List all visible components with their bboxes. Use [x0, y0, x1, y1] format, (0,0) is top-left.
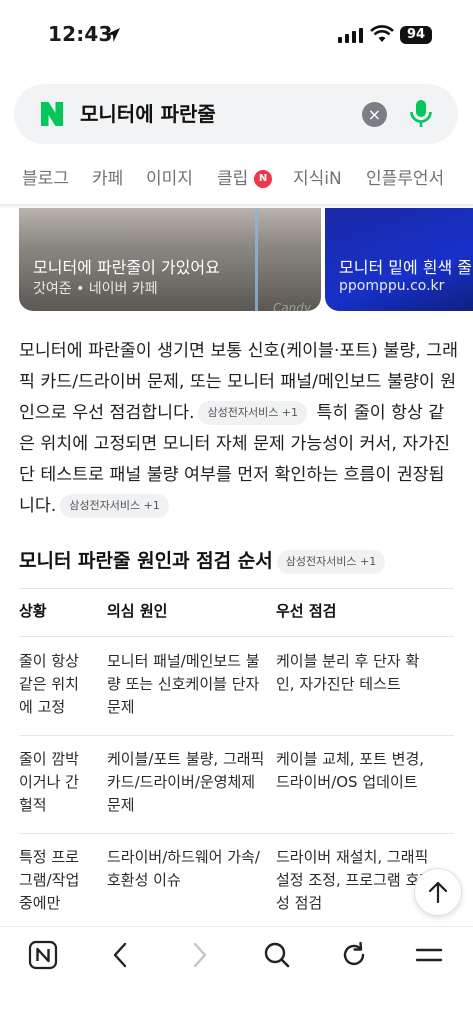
- table-cell: 줄이 항상 같은 위치에 고정: [19, 652, 79, 716]
- tab-blog[interactable]: 블로그: [22, 164, 69, 194]
- card-image-stripe: [255, 208, 258, 311]
- tab-clip[interactable]: 클립: [217, 164, 248, 194]
- scroll-to-top-button[interactable]: [414, 868, 462, 916]
- cellular-signal-icon: [338, 28, 363, 43]
- forward-arrow-icon[interactable]: [186, 940, 212, 970]
- section-title: 모니터 파란줄 원인과 점검 순서 삼성전자서비스 +1: [19, 546, 389, 576]
- source-chip[interactable]: 삼성전자서비스 +1: [276, 550, 386, 574]
- search-tabs: 블로그 카페 이미지 클립 N 지식iN 인플루언서: [0, 164, 473, 200]
- tab-cafe[interactable]: 카페: [92, 164, 123, 194]
- tab-influencer[interactable]: 인플루언서: [366, 164, 444, 194]
- card-watermark: Candy: [272, 301, 311, 311]
- table-divider: [19, 833, 454, 834]
- battery-indicator: 94: [400, 26, 432, 44]
- arrow-up-icon: [428, 881, 448, 904]
- table-header-situation: 상황: [19, 602, 47, 620]
- search-input[interactable]: 모니터에 파란줄: [80, 100, 216, 128]
- table-divider: [19, 735, 454, 736]
- clear-search-button[interactable]: ×: [362, 102, 387, 127]
- source-chip[interactable]: 삼성전자서비스 +1: [60, 494, 169, 518]
- back-arrow-icon[interactable]: [108, 940, 134, 970]
- new-badge: N: [254, 170, 272, 188]
- status-time: 12:43: [48, 22, 113, 46]
- search-icon[interactable]: [262, 940, 292, 970]
- table-cell: 케이블 교체, 포트 변경, 드라이버/OS 업데이트: [276, 750, 425, 791]
- card-title: 모니터 밑에 흰색 줄: [339, 258, 473, 277]
- source-chip[interactable]: 삼성전자서비스 +1: [198, 401, 308, 425]
- answer-paragraph: 모니터에 파란줄이 생기면 보통 신호(케이블·포트) 불량, 그래픽 카드/드…: [19, 336, 459, 522]
- wifi-icon: [370, 25, 394, 42]
- table-cell: 특정 프로그램/작업 중에만: [19, 848, 80, 912]
- table-cell: 케이블 분리 후 단자 확인, 자가진단 테스트: [276, 652, 420, 693]
- table-cell: 케이블/포트 불량, 그래픽 카드/드라이버/운영체제 문제: [107, 750, 265, 814]
- microphone-icon[interactable]: [408, 98, 434, 130]
- image-card[interactable]: 모니터에 파란줄이 가있어요 갓여준 • 네이버 카페 Candy: [19, 208, 321, 311]
- tab-image[interactable]: 이미지: [146, 164, 193, 194]
- image-card[interactable]: 모니터 밑에 흰색 줄 ppomppu.co.kr: [325, 208, 473, 311]
- table-divider: [19, 636, 454, 637]
- naver-logo-icon[interactable]: [38, 100, 66, 128]
- table-top-divider: [19, 588, 454, 589]
- table-cell: 모니터 패널/메인보드 불량 또는 신호케이블 단자 문제: [107, 652, 260, 716]
- table-header-check: 우선 점검: [276, 602, 337, 620]
- card-source: 갓여준 • 네이버 카페: [33, 281, 158, 297]
- table-cell: 줄이 깜박이거나 간헐적: [19, 750, 79, 814]
- naver-home-icon[interactable]: [28, 940, 58, 970]
- menu-icon[interactable]: [414, 940, 444, 970]
- table-cell: 드라이버 재설치, 그래픽 설정 조정, 프로그램 호환성 점검: [276, 848, 434, 912]
- section-title-text: 모니터 파란줄 원인과 점검 순서: [19, 550, 273, 572]
- card-title: 모니터에 파란줄이 가있어요: [33, 258, 220, 277]
- table-cell: 드라이버/하드웨어 가속/호환성 이슈: [107, 848, 260, 889]
- browser-toolbar: [0, 926, 473, 1025]
- refresh-icon[interactable]: [339, 940, 369, 970]
- card-source: ppomppu.co.kr: [339, 278, 445, 294]
- location-arrow-icon: [106, 28, 120, 42]
- table-header-cause: 의심 원인: [107, 602, 168, 620]
- tab-kin[interactable]: 지식iN: [293, 164, 342, 194]
